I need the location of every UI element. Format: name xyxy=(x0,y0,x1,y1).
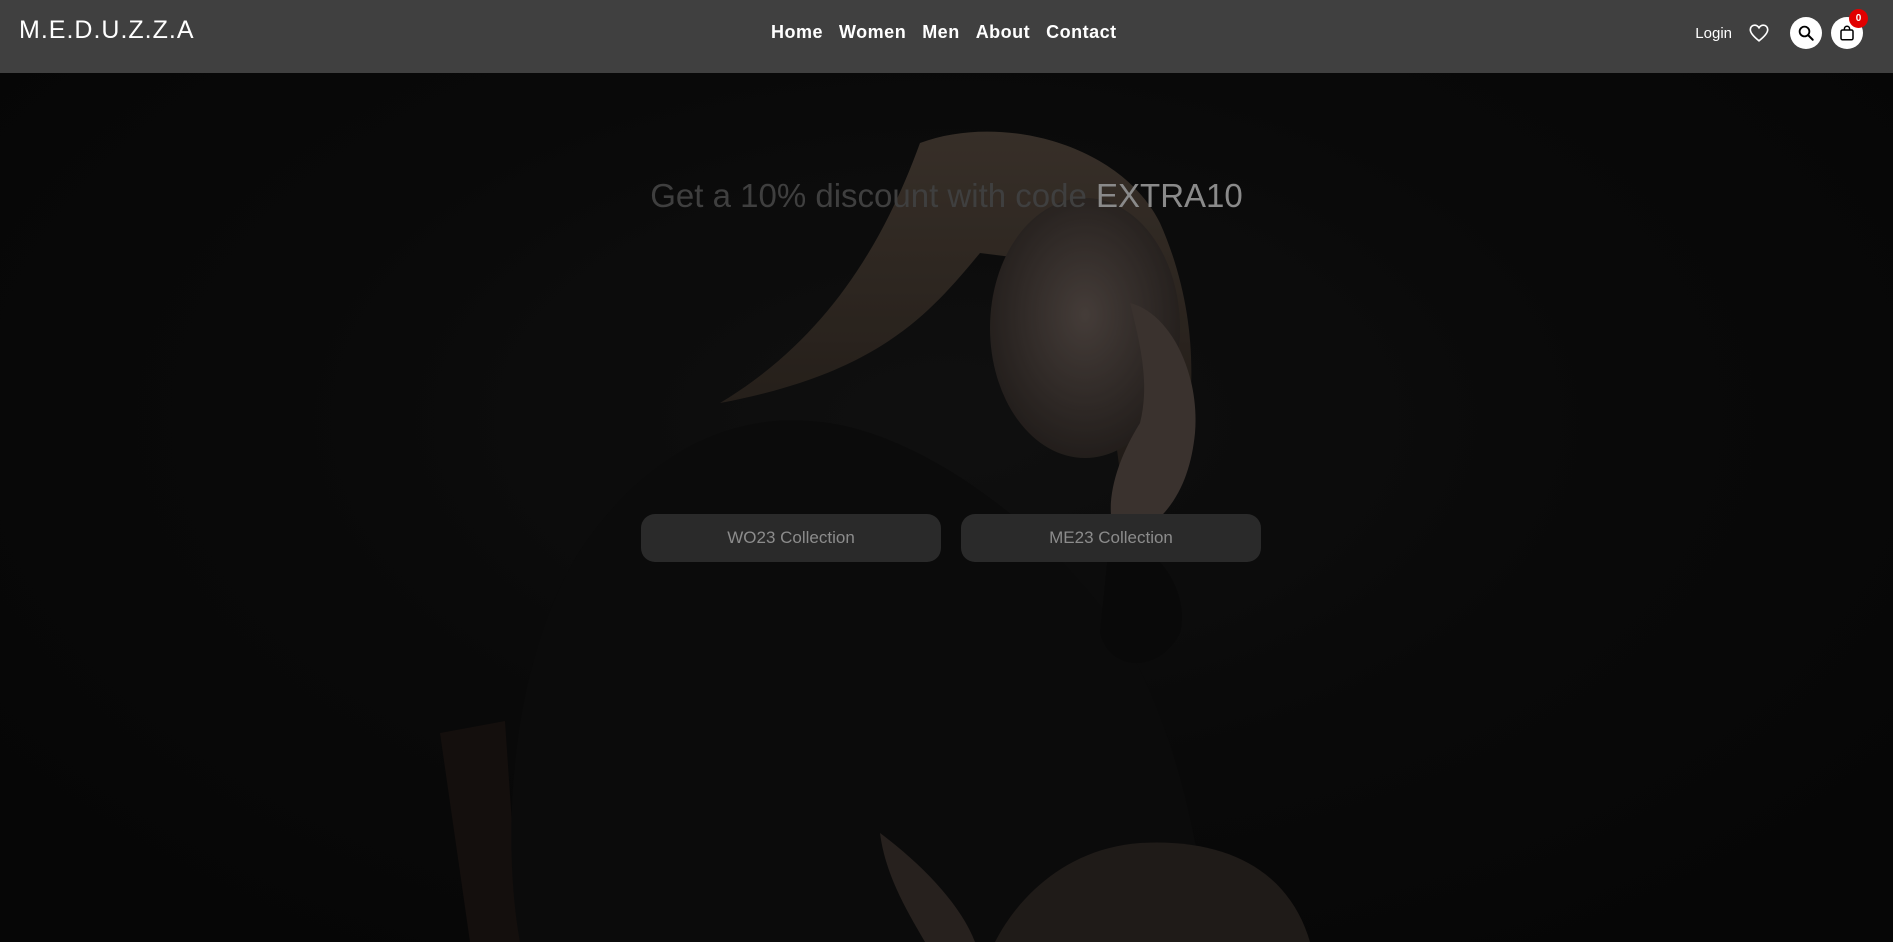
header-actions: Login 0 xyxy=(1695,9,1868,49)
search-button[interactable] xyxy=(1790,17,1822,49)
site-header: M.E.D.U.Z.Z.A Home Women Men About Conta… xyxy=(0,0,1893,73)
nav-women[interactable]: Women xyxy=(839,22,906,43)
nav-men[interactable]: Men xyxy=(922,22,960,43)
nav-about[interactable]: About xyxy=(976,22,1030,43)
hero-section: Get a 10% discount with code EXTRA10 WO2… xyxy=(0,73,1893,942)
promo-text: Get a 10% discount with code xyxy=(650,177,1097,214)
me23-collection-button[interactable]: ME23 Collection xyxy=(961,514,1261,562)
nav-home[interactable]: Home xyxy=(771,22,823,43)
page: M.E.D.U.Z.Z.A Home Women Men About Conta… xyxy=(0,0,1893,942)
heart-icon[interactable] xyxy=(1748,22,1770,44)
promo-code: EXTRA10 xyxy=(1096,177,1243,214)
wo23-collection-button[interactable]: WO23 Collection xyxy=(641,514,941,562)
promo-banner: Get a 10% discount with code EXTRA10 xyxy=(0,177,1893,215)
brand-logo[interactable]: M.E.D.U.Z.Z.A xyxy=(19,16,195,45)
login-link[interactable]: Login xyxy=(1695,25,1732,42)
collection-buttons: WO23 Collection ME23 Collection xyxy=(641,514,1261,562)
main-nav: Home Women Men About Contact xyxy=(771,22,1133,43)
search-icon xyxy=(1798,25,1814,41)
cart-count-badge: 0 xyxy=(1849,9,1868,28)
cart-button[interactable]: 0 xyxy=(1831,9,1868,49)
nav-contact[interactable]: Contact xyxy=(1046,22,1117,43)
